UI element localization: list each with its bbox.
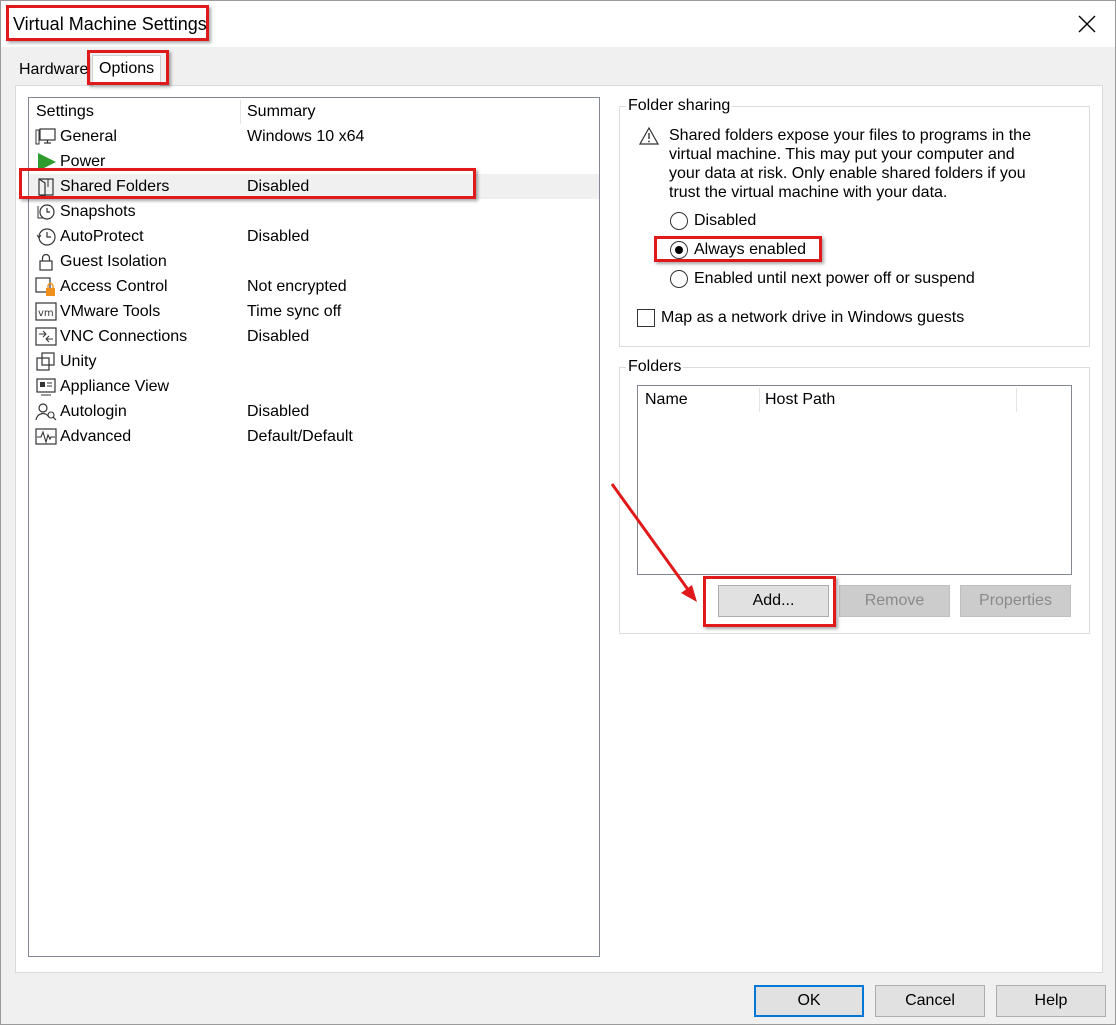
annotation-arrow: [610, 483, 697, 602]
